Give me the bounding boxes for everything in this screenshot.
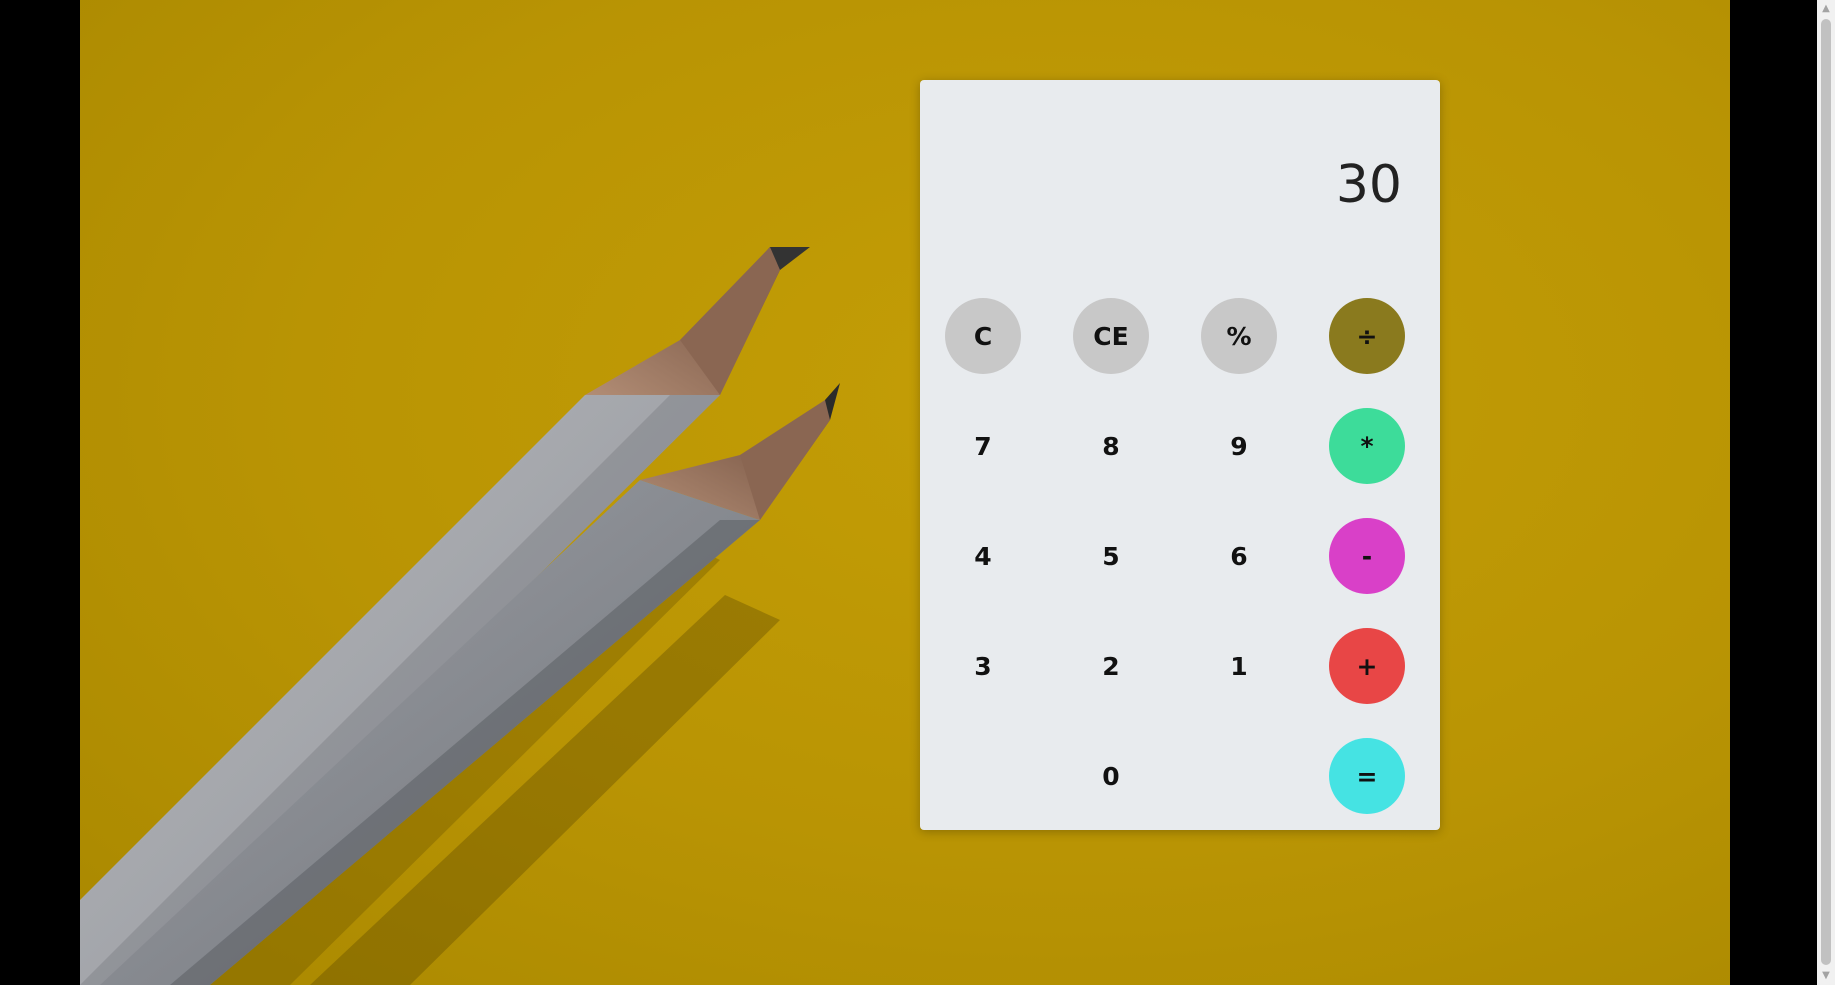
percent-button[interactable]: % [1201, 298, 1277, 374]
vertical-scrollbar[interactable]: ▲ ▼ [1817, 0, 1835, 985]
scroll-up-icon[interactable]: ▲ [1817, 0, 1835, 18]
digit-1-button[interactable]: 1 [1201, 628, 1277, 704]
calculator-display: 30 [1335, 155, 1402, 215]
divide-button[interactable]: ÷ [1329, 298, 1405, 374]
digit-4-button[interactable]: 4 [945, 518, 1021, 594]
multiply-button[interactable]: * [1329, 408, 1405, 484]
add-button[interactable]: + [1329, 628, 1405, 704]
digit-7-button[interactable]: 7 [945, 408, 1021, 484]
scroll-thumb[interactable] [1821, 19, 1831, 965]
digit-6-button[interactable]: 6 [1201, 518, 1277, 594]
calculator-panel: 30 C CE % ÷ 7 8 9 * 4 5 6 - 3 2 1 + 0 = [920, 80, 1440, 830]
digit-5-button[interactable]: 5 [1073, 518, 1149, 594]
pencils-illustration [80, 247, 840, 985]
clear-button[interactable]: C [945, 298, 1021, 374]
digit-0-button[interactable]: 0 [1073, 738, 1149, 814]
background-photo [80, 0, 1730, 985]
equals-button[interactable]: = [1329, 738, 1405, 814]
subtract-button[interactable]: - [1329, 518, 1405, 594]
clear-entry-button[interactable]: CE [1073, 298, 1149, 374]
digit-2-button[interactable]: 2 [1073, 628, 1149, 704]
digit-9-button[interactable]: 9 [1201, 408, 1277, 484]
digit-8-button[interactable]: 8 [1073, 408, 1149, 484]
scroll-down-icon[interactable]: ▼ [1817, 967, 1835, 985]
digit-3-button[interactable]: 3 [945, 628, 1021, 704]
